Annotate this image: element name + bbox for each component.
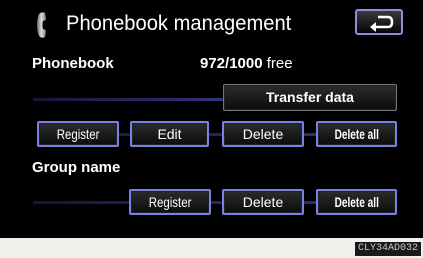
return-arrow-icon <box>370 15 394 32</box>
phonebook-register-button[interactable]: Register <box>37 121 119 147</box>
transfer-data-label: Transfer data <box>266 89 354 105</box>
group-name-label: Group name <box>32 159 121 176</box>
phone-handset-icon <box>37 12 46 38</box>
page-title: Phonebook management <box>66 12 292 35</box>
phonebook-screen: Phonebook management Phonebook 972/1000 … <box>0 0 423 238</box>
register-label: Register <box>56 126 100 142</box>
phonebook-free-label: free <box>266 55 293 72</box>
register-label: Register <box>148 194 192 210</box>
phonebook-edit-button[interactable]: Edit <box>130 121 209 147</box>
delete-label: Delete <box>242 126 284 142</box>
delete-label: Delete <box>242 194 284 210</box>
delete-all-label: Delete all <box>334 126 379 142</box>
transfer-data-button[interactable]: Transfer data <box>223 84 397 111</box>
group-delete-all-button[interactable]: Delete all <box>316 189 397 215</box>
connector-line <box>33 98 228 101</box>
phonebook-free-count: 972/1000 free <box>200 55 293 72</box>
phonebook-count-value: 972/1000 <box>200 55 263 72</box>
group-delete-button[interactable]: Delete <box>222 189 304 215</box>
phonebook-label: Phonebook <box>32 55 114 72</box>
group-register-button[interactable]: Register <box>129 189 211 215</box>
figure-code: CLY34AD032 <box>354 242 421 256</box>
edit-label: Edit <box>157 126 182 142</box>
delete-all-label: Delete all <box>334 194 379 210</box>
back-button[interactable] <box>355 9 403 35</box>
figure-footer: CLY34AD032 <box>0 238 423 258</box>
phonebook-delete-all-button[interactable]: Delete all <box>316 121 397 147</box>
phonebook-delete-button[interactable]: Delete <box>222 121 304 147</box>
